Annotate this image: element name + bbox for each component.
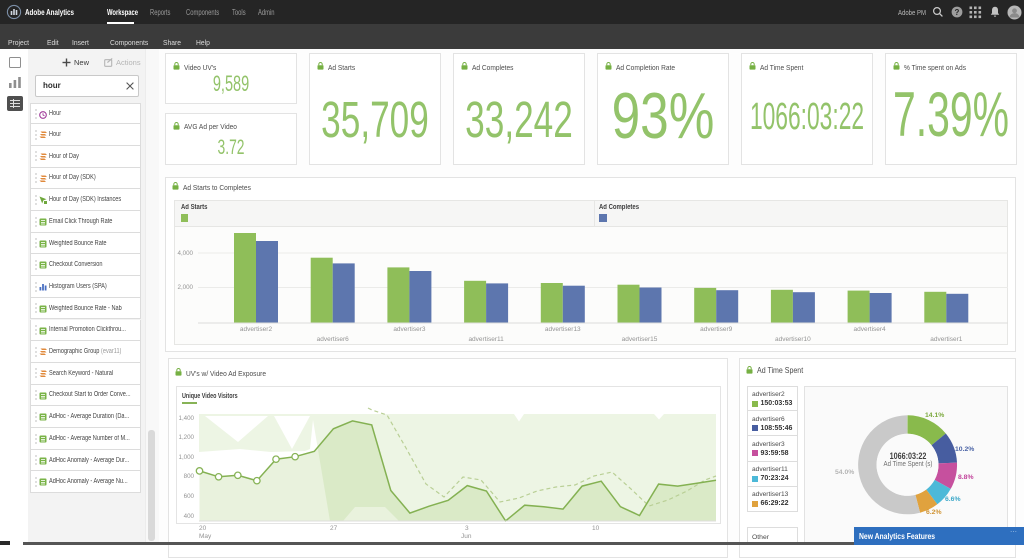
- svg-text:?: ?: [955, 8, 960, 17]
